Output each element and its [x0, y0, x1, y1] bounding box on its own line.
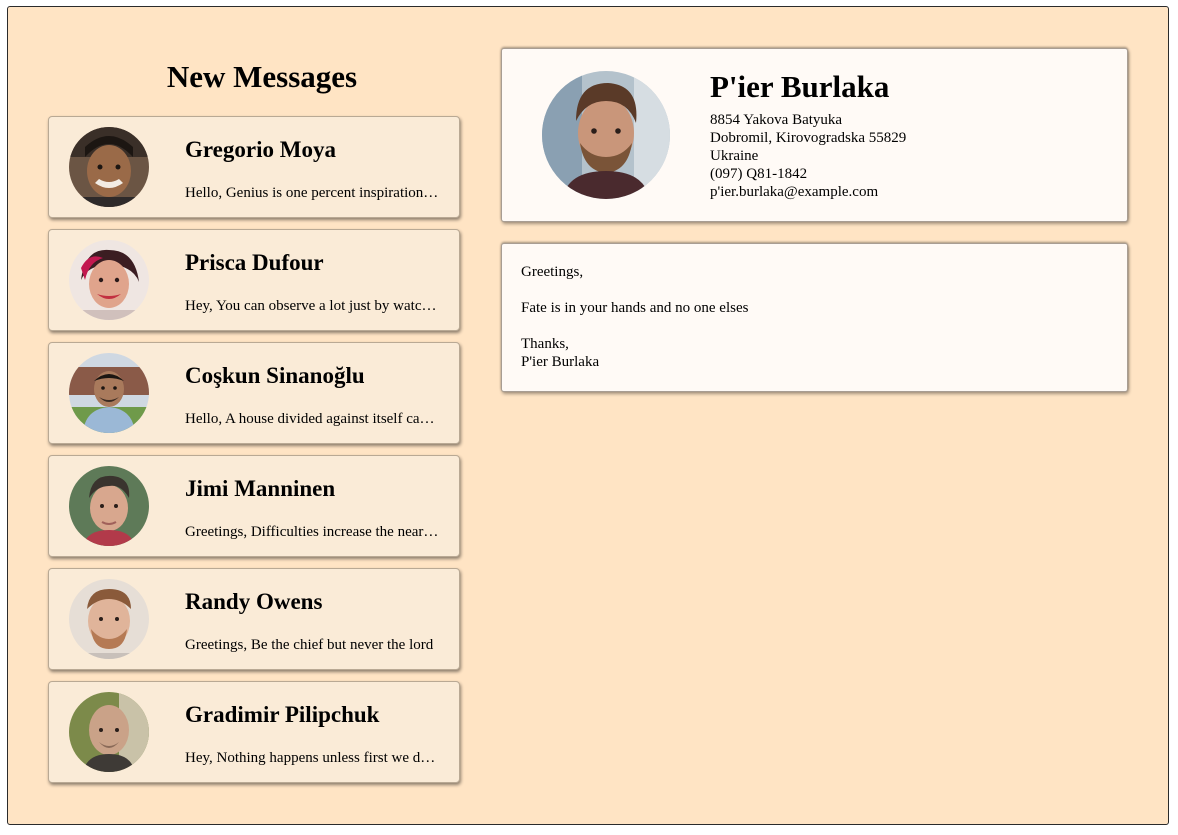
avatar	[69, 692, 149, 772]
message-signoff: Thanks,	[521, 336, 569, 352]
profile-name: P'ier Burlaka	[710, 69, 890, 104]
message-preview: Hey, You can observe a lot just by watch…	[185, 298, 440, 314]
profile-street: 8854 Yakova Batyuka	[710, 112, 843, 128]
profile-contact-info: 8854 Yakova Batyuka Dobromil, Kirovograd…	[710, 111, 906, 201]
sender-name: Jimi Manninen	[185, 476, 336, 501]
message-card[interactable]: Coşkun Sinanoğlu Hello, A house divided …	[48, 342, 460, 444]
sender-name: Coşkun Sinanoğlu	[185, 363, 365, 388]
message-card[interactable]: Randy Owens Greetings, Be the chief but …	[48, 568, 460, 670]
message-card[interactable]: Prisca Dufour Hey, You can observe a lot…	[48, 229, 460, 331]
avatar	[69, 240, 149, 320]
avatar	[69, 127, 149, 207]
profile-email: p'ier.burlaka@example.com	[710, 184, 879, 200]
message-preview: Hey, Nothing happens unless first we dre…	[185, 750, 440, 766]
sender-name: Gradimir Pilipchuk	[185, 702, 380, 727]
message-preview: Greetings, Difficulties increase the nea…	[185, 524, 440, 540]
message-signature: P'ier Burlaka	[521, 354, 600, 370]
message-card[interactable]: Gradimir Pilipchuk Hey, Nothing happens …	[48, 681, 460, 783]
avatar	[69, 466, 149, 546]
message-card[interactable]: Gregorio Moya Hello, Genius is one perce…	[48, 116, 460, 218]
sender-name: Prisca Dufour	[185, 250, 324, 275]
profile-city: Dobromil, Kirovogradska 55829	[710, 130, 907, 146]
message-greeting: Greetings,	[521, 264, 584, 280]
app-frame: New Messages Gregorio Moya Hello, Genius…	[7, 6, 1169, 825]
sender-name: Gregorio Moya	[185, 137, 336, 162]
new-messages-heading: New Messages	[166, 59, 358, 94]
profile-country: Ukraine	[710, 148, 759, 164]
avatar	[69, 579, 149, 659]
profile-avatar	[542, 71, 670, 199]
sender-name: Randy Owens	[185, 589, 323, 614]
message-body-card: Greetings, Fate is in your hands and no …	[501, 243, 1128, 392]
message-preview: Hello, A house divided against itself ca…	[185, 411, 440, 427]
profile-card: P'ier Burlaka 8854 Yakova Batyuka Dobrom…	[501, 48, 1128, 222]
message-preview: Hello, Genius is one percent inspiration…	[185, 185, 440, 201]
avatar	[69, 353, 149, 433]
message-list: Gregorio Moya Hello, Genius is one perce…	[48, 116, 462, 794]
message-preview: Greetings, Be the chief but never the lo…	[185, 637, 434, 653]
message-card[interactable]: Jimi Manninen Greetings, Difficulties in…	[48, 455, 460, 557]
message-text: Fate is in your hands and no one elses	[521, 300, 749, 316]
profile-phone: (097) Q81-1842	[710, 166, 808, 182]
